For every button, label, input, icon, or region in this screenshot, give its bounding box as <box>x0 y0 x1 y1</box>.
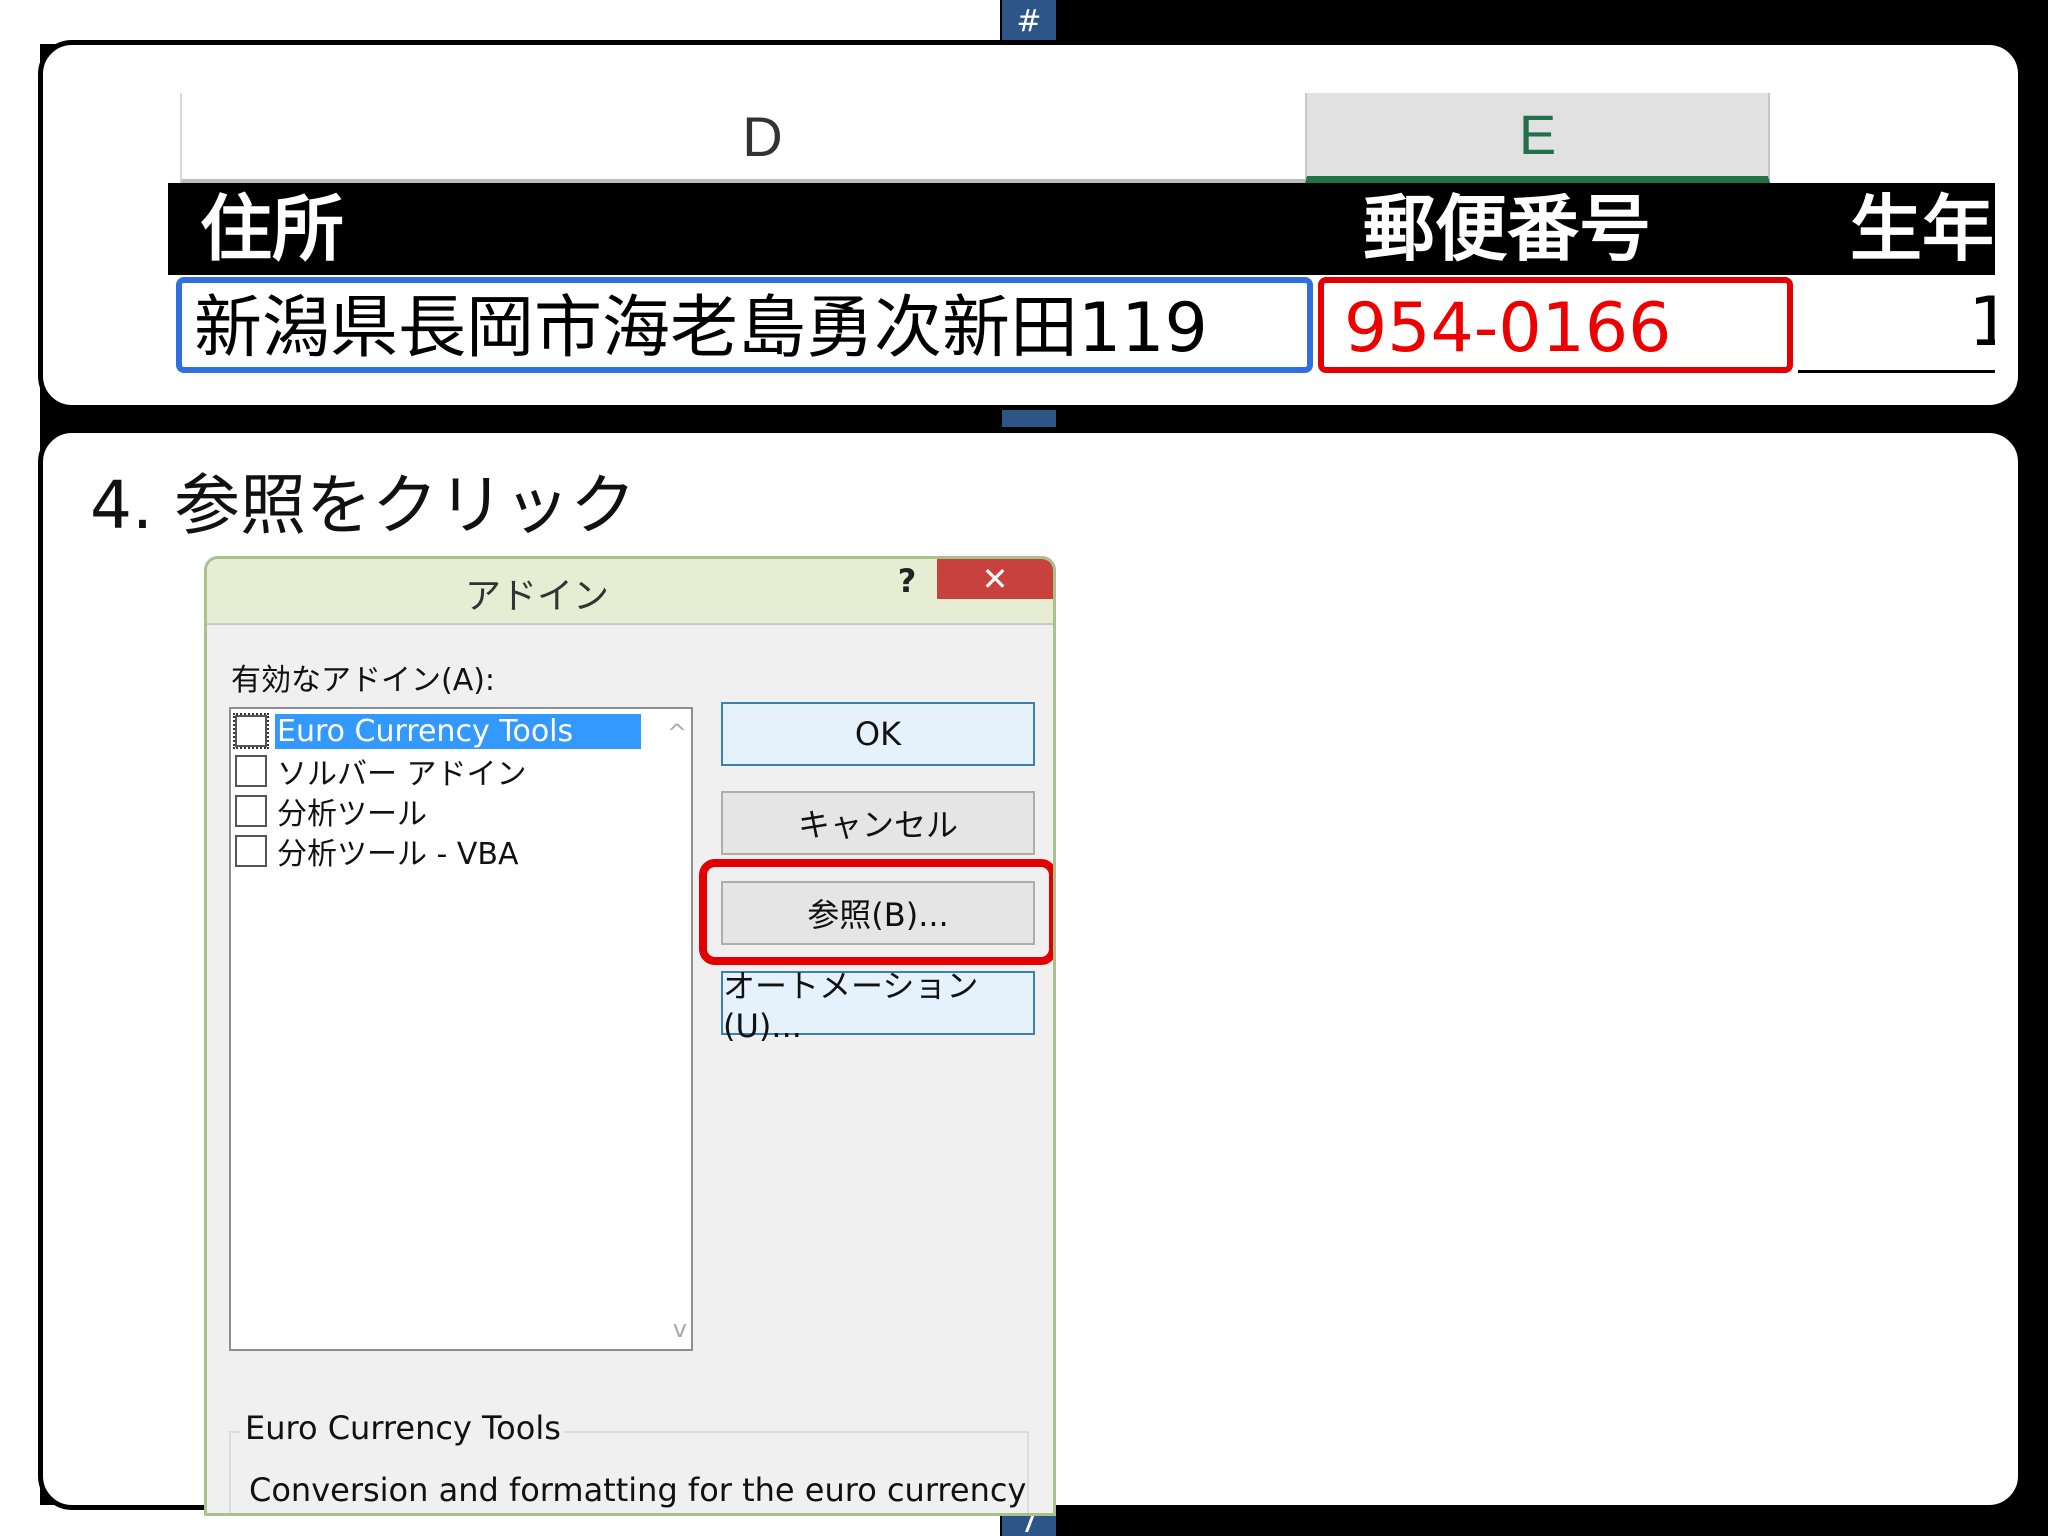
column-e-label: E <box>1518 103 1557 166</box>
description-group: Euro Currency Tools Conversion and forma… <box>229 1409 1029 1513</box>
step-title: 4. 参照をクリック <box>90 467 636 544</box>
list-item[interactable]: ソルバー アドイン <box>235 751 533 792</box>
data-row: 新潟県長岡市海老島勇次新田119 954-0166 19 <box>168 275 1995 405</box>
description-text: Conversion and formatting for the euro c… <box>249 1471 1027 1509</box>
list-item[interactable]: Euro Currency Tools <box>233 711 641 751</box>
dialog-title: アドイン <box>464 576 609 617</box>
list-item-label: 分析ツール - VBA <box>277 837 519 872</box>
automation-button[interactable]: オートメーション(U)... <box>721 967 1035 1045</box>
cell-address[interactable]: 新潟県長岡市海老島勇次新田119 <box>176 277 1313 373</box>
scroll-up-icon[interactable]: ^ <box>667 719 687 747</box>
background-left <box>0 0 40 1536</box>
addins-dialog: アドイン ? ✕ 有効なアドイン(A): Euro Currency Tools… <box>204 556 1056 1516</box>
dialog-titlebar[interactable]: アドイン ? ✕ <box>207 559 1053 623</box>
header-cell-zip[interactable]: 郵便番号 <box>1363 183 1823 275</box>
ok-button[interactable]: OK <box>721 702 1035 766</box>
list-item-label: ソルバー アドイン <box>277 757 527 792</box>
list-item-label: Euro Currency Tools <box>275 713 641 749</box>
description-title: Euro Currency Tools <box>241 1409 565 1447</box>
checkbox[interactable] <box>233 713 269 749</box>
close-button[interactable]: ✕ <box>937 559 1053 599</box>
browse-highlight-box <box>699 859 1053 965</box>
column-header-e[interactable]: E <box>1305 93 1770 183</box>
spreadsheet-panel: D E 住所 郵便番号 生年 新潟県長岡市海老島勇次新田119 954-0166… <box>38 40 2023 410</box>
list-item-label: 分析ツール <box>277 797 427 832</box>
checkbox[interactable] <box>235 755 267 787</box>
header-cell-birth[interactable]: 生年 <box>1850 183 1995 275</box>
header-row: 住所 郵便番号 生年 <box>168 183 1995 275</box>
header-cell-address[interactable]: 住所 <box>200 183 1300 275</box>
cell-birth[interactable]: 19 <box>1798 277 1995 373</box>
column-d-label: D <box>742 104 783 168</box>
dialog-body: 有効なアドイン(A): Euro Currency Tools ソルバー アドイ… <box>207 623 1053 1513</box>
list-item[interactable]: 分析ツール - VBA <box>235 831 525 872</box>
help-button[interactable]: ? <box>887 561 927 601</box>
cell-zip[interactable]: 954-0166 <box>1318 277 1793 373</box>
checkbox[interactable] <box>235 835 267 867</box>
available-addins-label: 有効なアドイン(A): <box>231 663 496 698</box>
addin-list[interactable]: Euro Currency Tools ソルバー アドイン 分析ツール 分析ツー… <box>229 707 693 1351</box>
scroll-down-icon[interactable]: v <box>673 1315 687 1343</box>
cell-birth-value: 19 <box>1968 283 1995 362</box>
background-top <box>0 0 1000 44</box>
list-item[interactable]: 分析ツール <box>235 791 433 832</box>
checkbox[interactable] <box>235 795 267 827</box>
slide-strip-top: # <box>1002 0 1056 44</box>
cancel-button[interactable]: キャンセル <box>721 791 1035 855</box>
strip-top-glyph: # <box>1016 4 1042 39</box>
column-header-d[interactable]: D <box>180 93 1343 183</box>
